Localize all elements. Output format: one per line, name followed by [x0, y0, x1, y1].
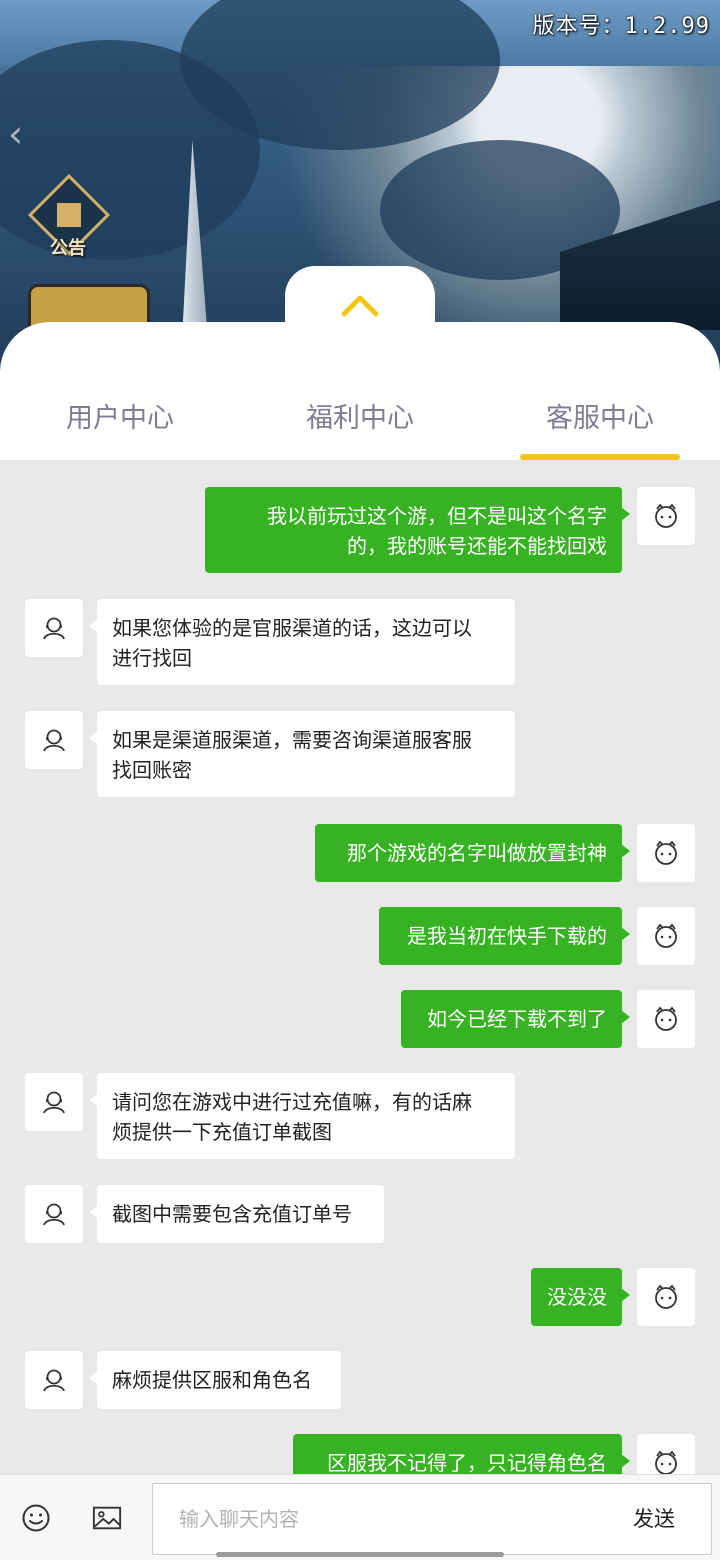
agent-avatar	[25, 599, 83, 657]
notice-label[interactable]: 公告	[50, 234, 86, 260]
user-avatar	[637, 824, 695, 882]
left-chevron-icon[interactable]: ‹	[8, 112, 23, 156]
message-bubble: 没没没	[531, 1268, 630, 1326]
agent-person-icon	[43, 1091, 65, 1114]
cat-face-icon	[655, 923, 677, 948]
cat-face-icon	[655, 840, 677, 865]
tab-welfare-center[interactable]: 福利中心	[240, 380, 480, 460]
cat-face-icon	[655, 1450, 677, 1474]
message-bubble: 区服我不记得了，只记得角色名	[293, 1434, 630, 1474]
agent-avatar	[25, 1073, 83, 1131]
home-indicator	[216, 1552, 504, 1557]
cat-face-icon	[655, 1006, 677, 1031]
user-avatar	[637, 487, 695, 545]
tab-user-center[interactable]: 用户中心	[0, 380, 240, 460]
message-bubble: 是我当初在快手下载的	[379, 907, 630, 965]
tab-customer-service[interactable]: 客服中心	[480, 380, 720, 460]
message-bubble: 如今已经下载不到了	[401, 990, 630, 1048]
user-avatar	[637, 1268, 695, 1326]
user-avatar	[637, 1434, 695, 1474]
cat-face-icon	[655, 503, 677, 528]
message-bubble: 请问您在游戏中进行过充值嘛，有的话麻 烦提供一下充值订单截图	[89, 1073, 515, 1159]
agent-avatar	[25, 711, 83, 769]
message-bubble: 那个游戏的名字叫做放置封神	[315, 824, 630, 882]
version-label: 版本号：1.2.99	[532, 14, 710, 39]
user-avatar	[637, 907, 695, 965]
message-bubble: 我以前玩过这个游，但不是叫这个名字 的，我的账号还能不能找回戏	[205, 487, 630, 573]
collapse-handle[interactable]	[285, 266, 435, 336]
cat-face-icon	[655, 1284, 677, 1309]
agent-person-icon	[43, 1203, 65, 1226]
agent-person-icon	[43, 1369, 65, 1392]
chevron-up-icon	[341, 295, 379, 317]
chat-input-bar: 发送	[0, 1474, 720, 1560]
tab-bar: 用户中心 福利中心 客服中心	[0, 380, 720, 460]
agent-avatar	[25, 1351, 83, 1409]
image-icon[interactable]	[92, 1503, 122, 1533]
message-bubble: 如果是渠道服渠道，需要咨询渠道服客服 找回账密	[89, 711, 515, 797]
send-button[interactable]: 发送	[612, 1497, 696, 1541]
agent-avatar	[25, 1185, 83, 1243]
agent-person-icon	[43, 729, 65, 752]
message-bubble: 如果您体验的是官服渠道的话，这边可以 进行找回	[89, 599, 515, 685]
message-bubble: 麻烦提供区服和角色名	[89, 1351, 341, 1409]
agent-person-icon	[43, 617, 65, 640]
chat-list[interactable]: 我以前玩过这个游，但不是叫这个名字 的，我的账号还能不能找回戏 如果您体验的是官…	[0, 460, 720, 1474]
user-avatar	[637, 990, 695, 1048]
emoji-icon[interactable]	[21, 1503, 51, 1533]
message-bubble: 截图中需要包含充值订单号	[89, 1185, 384, 1243]
